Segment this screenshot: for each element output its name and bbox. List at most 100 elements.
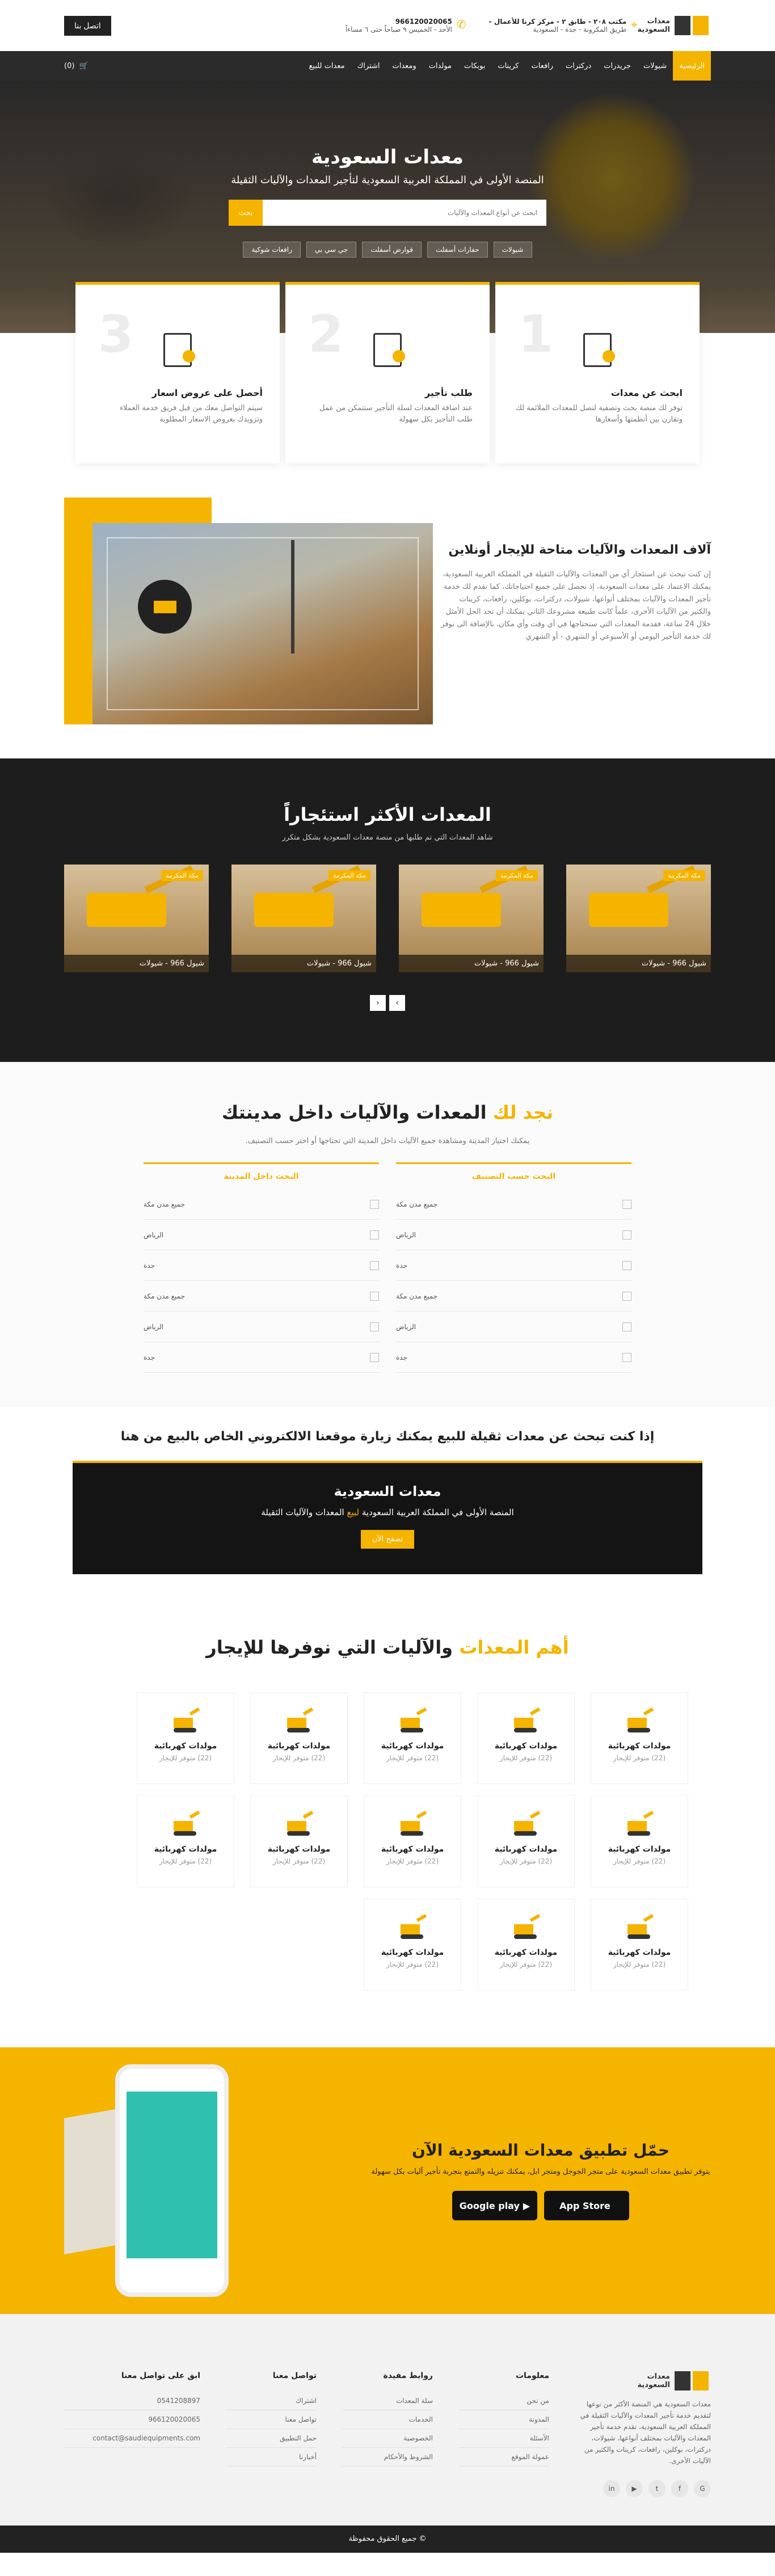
checkbox[interactable] xyxy=(370,1260,379,1270)
browse-now-button[interactable]: تصفح الآن xyxy=(360,1530,415,1549)
city-column: البحث داخل المدينة جميع مدن مكة الرياض جدة… xyxy=(144,1162,379,1373)
footer-link[interactable]: الخدمات xyxy=(342,2410,433,2429)
twitter-icon[interactable]: t xyxy=(648,2480,666,2497)
footer-link[interactable]: أخبارنا xyxy=(226,2448,317,2467)
find-row[interactable]: جدة xyxy=(396,1250,631,1281)
nav-item[interactable]: معدات للبيع xyxy=(302,51,351,81)
cart[interactable]: 🛒 (0) xyxy=(64,62,89,70)
equipment-type-card[interactable]: مولدات كهربائية (22) متوفر للإيجار xyxy=(250,1692,348,1784)
find-row[interactable]: الرياض xyxy=(144,1312,379,1342)
nav-item[interactable]: ومعدات xyxy=(386,51,423,81)
footer-phone1[interactable]: 0541208897 xyxy=(64,2392,200,2410)
find-row[interactable]: الرياض xyxy=(396,1220,631,1250)
equipment-type-card[interactable]: مولدات كهربائية (22) متوفر للإيجار xyxy=(477,1899,575,1991)
equipment-type-card[interactable]: مولدات كهربائية (22) متوفر للإيجار xyxy=(364,1795,461,1887)
facebook-icon[interactable]: f xyxy=(671,2480,688,2497)
checkbox[interactable] xyxy=(370,1230,379,1239)
hero-tag[interactable]: قوارض أسفلت xyxy=(362,242,422,258)
footer-link[interactable]: المدونة xyxy=(458,2410,549,2429)
footer-email[interactable]: contact@saudiequipments.com xyxy=(64,2429,200,2448)
checkbox[interactable] xyxy=(622,1291,631,1301)
nav-item[interactable]: اشتراك xyxy=(351,51,386,81)
equipment-type-card[interactable]: مولدات كهربائية (22) متوفر للإيجار xyxy=(477,1795,575,1887)
footer-phone2[interactable]: 966120020065 xyxy=(64,2410,200,2429)
nav-item[interactable]: دركترات xyxy=(559,51,597,81)
contact-us-button[interactable]: اتصل بنا xyxy=(64,15,111,36)
site-logo[interactable]: معدات السعودية xyxy=(638,16,711,35)
footer-link[interactable]: اشتراك xyxy=(226,2392,317,2410)
footer-link[interactable]: حمل التطبيق xyxy=(226,2429,317,2448)
sale-banner-title: معدات السعودية xyxy=(334,1483,441,1499)
footer-logo[interactable]: معدات السعودية xyxy=(575,2371,711,2391)
equipment-card[interactable]: مكة المكرمة شيول 966 - شيولات xyxy=(231,865,376,972)
hero-tag[interactable]: رافعات شوكية xyxy=(243,242,301,258)
hero-tag[interactable]: جي سي بي xyxy=(306,242,357,258)
nav-item[interactable]: شيولات xyxy=(637,51,673,81)
hero-tag[interactable]: حفارات أسفلت xyxy=(427,242,488,258)
nav-item[interactable]: مولدات xyxy=(423,51,458,81)
equipment-type-card[interactable]: مولدات كهربائية (22) متوفر للإيجار xyxy=(137,1795,234,1887)
checkbox[interactable] xyxy=(622,1352,631,1362)
checkbox[interactable] xyxy=(370,1322,379,1331)
search-input[interactable] xyxy=(263,200,546,226)
equipment-type-card[interactable]: مولدات كهربائية (22) متوفر للإيجار xyxy=(477,1692,575,1784)
find-row[interactable]: جدة xyxy=(396,1342,631,1373)
find-row[interactable]: جدة xyxy=(144,1342,379,1373)
step-text: سيتم التواصل معك من قبل فريق خدمة العملا… xyxy=(120,404,263,424)
nav-item[interactable]: رافعات xyxy=(525,51,559,81)
equipment-type-card[interactable]: مولدات كهربائية (22) متوفر للإيجار xyxy=(591,1692,688,1784)
checkbox[interactable] xyxy=(370,1199,379,1209)
youtube-icon[interactable]: ▶ xyxy=(626,2480,643,2497)
equipment-type-card[interactable]: مولدات كهربائية (22) متوفر للإيجار xyxy=(591,1795,688,1887)
find-row[interactable]: الرياض xyxy=(396,1312,631,1342)
checkbox[interactable] xyxy=(622,1322,631,1331)
checkbox[interactable] xyxy=(622,1260,631,1270)
type-name: مولدات كهربائية xyxy=(267,1845,331,1854)
equipment-card[interactable]: مكة المكرمة شيول 966 - شيولات xyxy=(566,865,711,972)
find-row[interactable]: جميع مدن مكة xyxy=(144,1281,379,1312)
equipment-caption: شيول 966 - شيولات xyxy=(64,955,209,972)
footer-link[interactable]: سلة المعدات xyxy=(342,2392,433,2410)
footer-link[interactable]: الخصوصية xyxy=(342,2429,433,2448)
equipment-type-card[interactable]: مولدات كهربائية (22) متوفر للإيجار xyxy=(364,1692,461,1784)
slider-next-button[interactable]: › xyxy=(389,995,405,1011)
topbar: معدات السعودية ⌖ مكتب ٢٠٨ - طابق ٢ - مرك… xyxy=(0,0,775,51)
find-row[interactable]: جدة xyxy=(144,1250,379,1281)
footer-link[interactable]: عمولة الموقع xyxy=(458,2448,549,2467)
type-count: (22) متوفر للإيجار xyxy=(386,1857,439,1865)
search-button[interactable]: بحث xyxy=(229,200,263,226)
app-store-button[interactable]: App Store xyxy=(544,2191,629,2220)
checkbox[interactable] xyxy=(622,1230,631,1239)
footer-link[interactable]: تواصل معنا xyxy=(226,2410,317,2429)
nav-items: الرئيسية شيولات جريدرات دركترات رافعات كرينات… xyxy=(302,51,711,81)
checkbox[interactable] xyxy=(370,1352,379,1362)
machine-icon xyxy=(511,1810,541,1837)
equipment-type-card[interactable]: مولدات كهربائية (22) متوفر للإيجار xyxy=(591,1899,688,1991)
find-row[interactable]: جميع مدن مكة xyxy=(396,1281,631,1312)
nav-item[interactable]: بوبكات xyxy=(458,51,491,81)
google-play-button[interactable]: ▶ Google play xyxy=(452,2191,537,2220)
nav-item[interactable]: الرئيسية xyxy=(673,51,711,81)
nav-item[interactable]: كرينات xyxy=(491,51,525,81)
find-row[interactable]: الرياض xyxy=(144,1220,379,1250)
city-badge: مكة المكرمة xyxy=(161,870,203,881)
hero-tag[interactable]: شيولات xyxy=(493,242,532,258)
find-row[interactable]: جميع مدن مكة xyxy=(144,1189,379,1220)
slider-prev-button[interactable]: ‹ xyxy=(370,995,386,1011)
footer-link[interactable]: الشروط والأحكام xyxy=(342,2448,433,2467)
equipment-card[interactable]: مكة المكرمة شيول 966 - شيولات xyxy=(64,865,209,972)
most-rented-section: المعدات الأكثر استئجاراً شاهد المعدات ال… xyxy=(0,758,775,1062)
find-row[interactable]: جميع مدن مكة xyxy=(396,1189,631,1220)
linkedin-icon[interactable]: in xyxy=(603,2480,620,2497)
nav-item[interactable]: جريدرات xyxy=(597,51,637,81)
footer-link[interactable]: الأسئلة xyxy=(458,2429,549,2448)
google-icon[interactable]: G xyxy=(694,2480,711,2497)
phone-number[interactable]: 966120020065 xyxy=(346,18,452,26)
equipment-type-card[interactable]: مولدات كهربائية (22) متوفر للإيجار xyxy=(137,1692,234,1784)
footer-link[interactable]: من نحن xyxy=(458,2392,549,2410)
equipment-type-card[interactable]: مولدات كهربائية (22) متوفر للإيجار xyxy=(250,1795,348,1887)
checkbox[interactable] xyxy=(370,1291,379,1301)
equipment-type-card[interactable]: مولدات كهربائية (22) متوفر للإيجار xyxy=(364,1899,461,1991)
checkbox[interactable] xyxy=(622,1199,631,1209)
equipment-card[interactable]: مكة المكرمة شيول 966 - شيولات xyxy=(399,865,544,972)
